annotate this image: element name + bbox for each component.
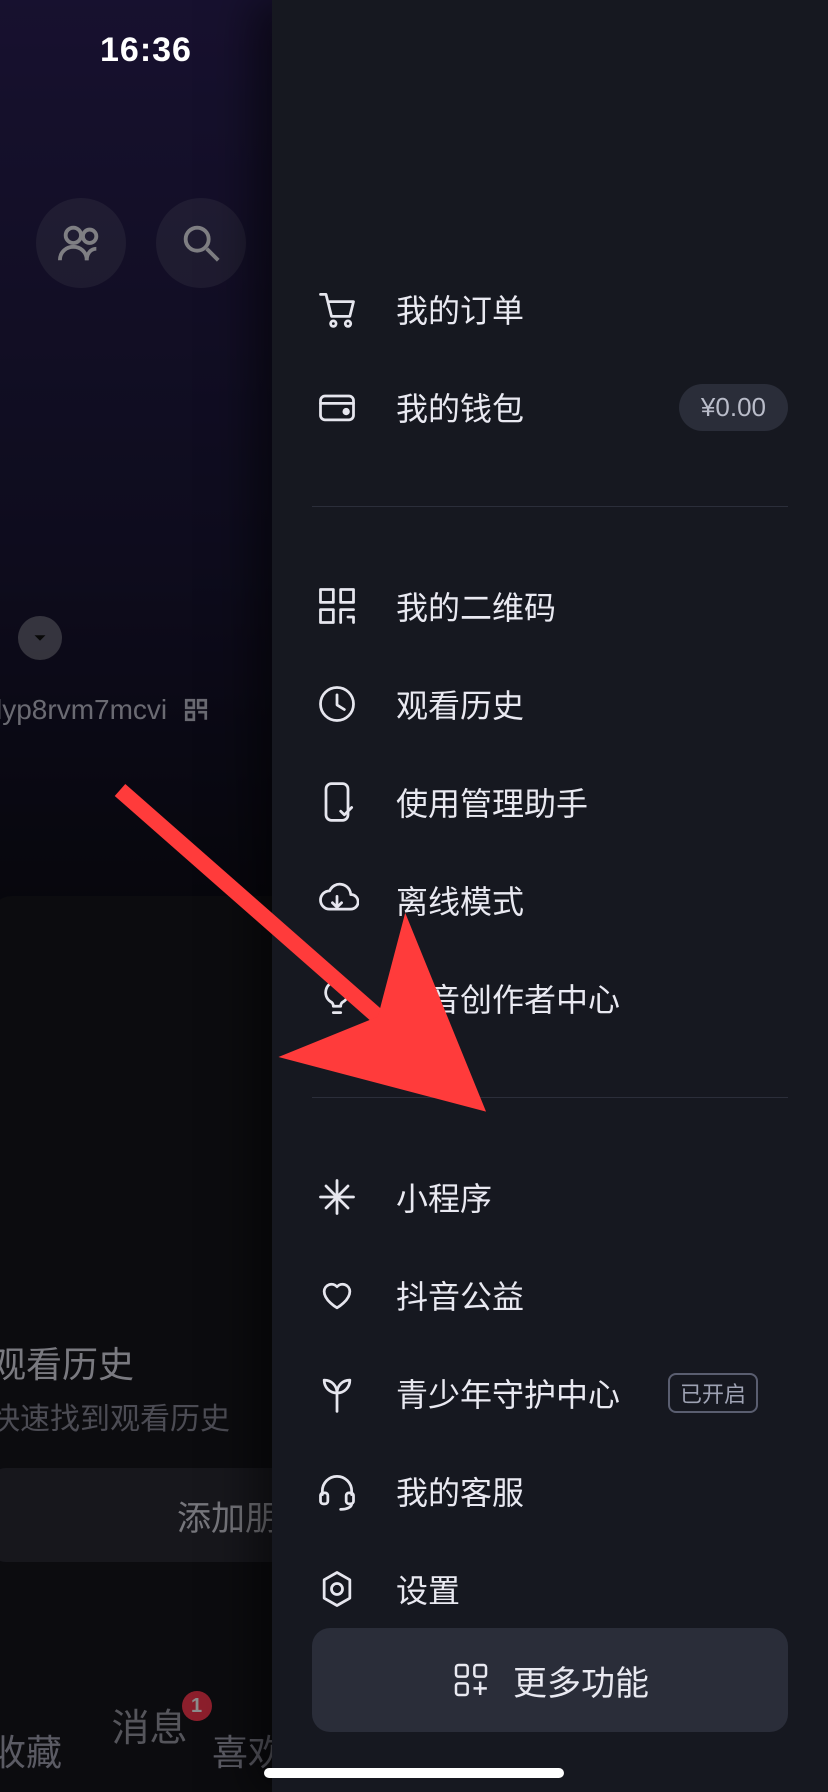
watch-history-sub: 快速找到观看历史 [0, 1394, 230, 1438]
menu-support-label: 我的客服 [396, 1468, 524, 1514]
menu-usage-label: 使用管理助手 [396, 779, 588, 825]
grid-plus-icon [451, 1660, 491, 1700]
menu-offline[interactable]: 离线模式 [312, 851, 788, 949]
cloud-download-icon [312, 875, 362, 925]
nav-messages[interactable]: 消息 1 [111, 1697, 187, 1752]
menu-history-label: 观看历史 [396, 681, 524, 727]
watch-history-title: 观看历史 [0, 1336, 134, 1388]
menu-charity-label: 抖音公益 [396, 1272, 524, 1318]
menu-orders[interactable]: 我的订单 [312, 260, 788, 358]
menu-divider [312, 1097, 788, 1098]
friends-button[interactable] [36, 198, 126, 288]
menu-history[interactable]: 观看历史 [312, 655, 788, 753]
user-id-row: lyp8rvm7mcvi [0, 694, 209, 726]
menu-charity[interactable]: 抖音公益 [312, 1246, 788, 1344]
user-id-text: lyp8rvm7mcvi [0, 694, 167, 726]
menu-miniapp[interactable]: 小程序 [312, 1148, 788, 1246]
more-features-button[interactable]: 更多功能 [312, 1628, 788, 1732]
menu-wallet-label: 我的钱包 [396, 384, 524, 430]
menu-wallet[interactable]: 我的钱包 ¥0.00 [312, 358, 788, 456]
cart-icon [312, 284, 362, 334]
side-drawer: 我的订单 我的钱包 ¥0.00 我的二维码 观看历史 [272, 0, 828, 1792]
sparkle-icon [312, 1172, 362, 1222]
wallet-balance-badge: ¥0.00 [679, 384, 788, 431]
menu-qrcode[interactable]: 我的二维码 [312, 557, 788, 655]
menu-divider [312, 506, 788, 507]
nav-messages-label: 消息 [111, 1708, 187, 1750]
search-button[interactable] [156, 198, 246, 288]
menu-support[interactable]: 我的客服 [312, 1442, 788, 1540]
qr-mini-icon [183, 697, 209, 723]
heart-hands-icon [312, 1270, 362, 1320]
status-time: 16:36 [100, 31, 192, 70]
sprout-icon [312, 1368, 362, 1418]
qr-icon [312, 581, 362, 631]
youth-enabled-tag: 已开启 [668, 1373, 758, 1413]
menu-miniapp-label: 小程序 [396, 1174, 492, 1220]
menu-settings-label: 设置 [396, 1566, 460, 1612]
clock-icon [312, 679, 362, 729]
menu-creator-label: 抖音创作者中心 [396, 975, 620, 1021]
menu-youth-protection[interactable]: 青少年守护中心 已开启 [312, 1344, 788, 1442]
lightbulb-icon [312, 973, 362, 1023]
expand-chevron[interactable] [18, 616, 62, 660]
menu-settings[interactable]: 设置 [312, 1540, 788, 1638]
menu-qrcode-label: 我的二维码 [396, 583, 556, 629]
phone-check-icon [312, 777, 362, 827]
wallet-icon [312, 382, 362, 432]
gear-icon [312, 1564, 362, 1614]
menu-orders-label: 我的订单 [396, 286, 524, 332]
messages-badge: 1 [182, 1691, 212, 1721]
menu-offline-label: 离线模式 [396, 877, 524, 923]
headset-icon [312, 1466, 362, 1516]
home-indicator [264, 1768, 564, 1778]
menu-usage-assistant[interactable]: 使用管理助手 [312, 753, 788, 851]
menu-youth-label: 青少年守护中心 [396, 1370, 620, 1416]
more-features-label: 更多功能 [513, 1656, 649, 1705]
menu-creator-center[interactable]: 抖音创作者中心 [312, 949, 788, 1047]
